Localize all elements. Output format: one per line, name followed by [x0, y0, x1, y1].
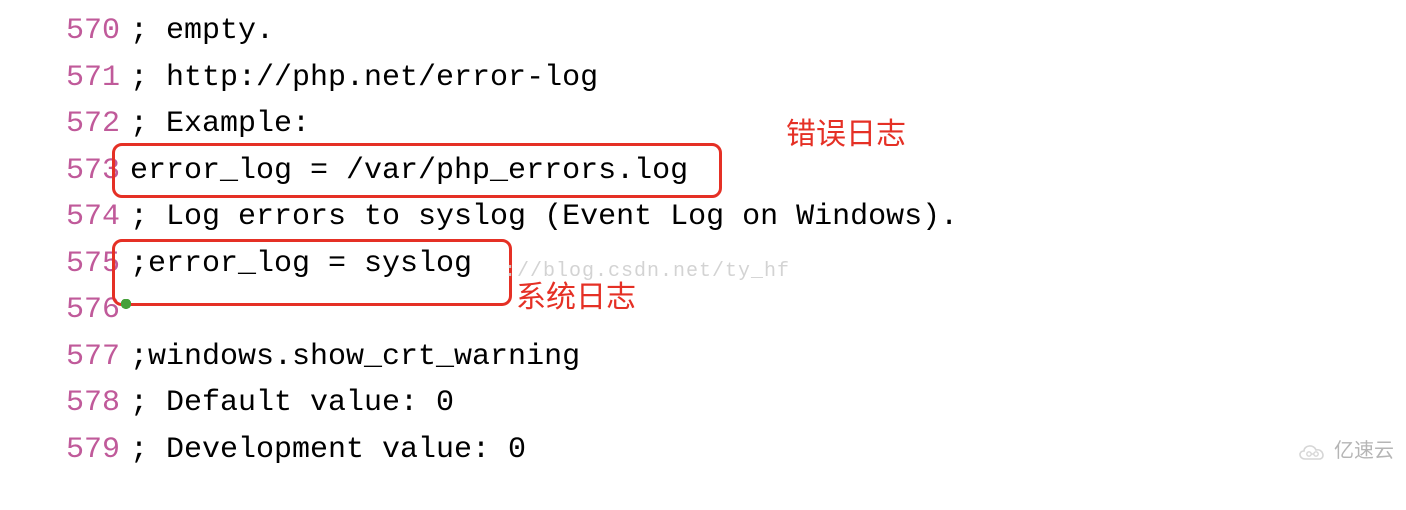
code-line: 572 ; Example:: [0, 101, 1406, 148]
code-line: 578 ; Default value: 0: [0, 380, 1406, 427]
code-line: 570 ; empty.: [0, 8, 1406, 55]
code-line: 573 error_log = /var/php_errors.log: [0, 148, 1406, 195]
code-editor: 570 ; empty. 571 ; http://php.net/error-…: [0, 0, 1406, 473]
code-line: 577 ;windows.show_crt_warning: [0, 334, 1406, 381]
line-number: 571: [0, 55, 130, 102]
code-line: 576: [0, 287, 1406, 334]
line-number: 572: [0, 101, 130, 148]
code-line: 571 ; http://php.net/error-log: [0, 55, 1406, 102]
code-text: ; http://php.net/error-log: [130, 55, 598, 102]
code-text: ;error_log = syslog: [130, 241, 472, 288]
code-text: ;windows.show_crt_warning: [130, 334, 580, 381]
line-number: 579: [0, 427, 130, 474]
line-number: 574: [0, 194, 130, 241]
code-line: 574 ; Log errors to syslog (Event Log on…: [0, 194, 1406, 241]
code-text: ; Development value: 0: [130, 427, 526, 474]
code-line: 575 ;error_log = syslog: [0, 241, 1406, 288]
line-number: 575: [0, 241, 130, 288]
code-text: ; Example:: [130, 101, 310, 148]
code-text: error_log = /var/php_errors.log: [130, 148, 688, 195]
line-number: 570: [0, 8, 130, 55]
code-line: 579 ; Development value: 0: [0, 427, 1406, 474]
line-number: 577: [0, 334, 130, 381]
code-text: ; empty.: [130, 8, 274, 55]
code-text: ; Log errors to syslog (Event Log on Win…: [130, 194, 958, 241]
code-text: ; Default value: 0: [130, 380, 454, 427]
line-number: 576: [0, 287, 130, 334]
line-number: 578: [0, 380, 130, 427]
line-number: 573: [0, 148, 130, 195]
